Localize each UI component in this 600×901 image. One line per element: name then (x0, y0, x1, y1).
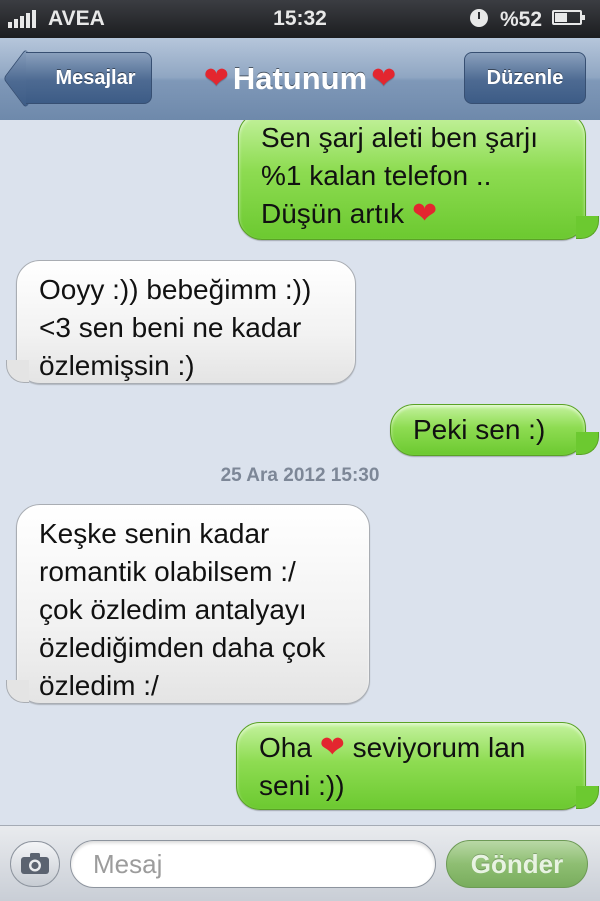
message-line: seviyorum lan (352, 732, 526, 763)
back-button-label: Mesajlar (55, 66, 136, 89)
message-line: Oha (259, 732, 312, 763)
bubble-tail (6, 680, 29, 703)
contact-name: Hatunum (232, 61, 368, 96)
red-heart-icon: ❤ (319, 731, 345, 764)
message-line: özlediğimden daha çok (39, 632, 326, 663)
battery-percentage: %52 (500, 8, 543, 31)
rotation-lock-icon (470, 9, 488, 27)
edit-button-label: Düzenle (486, 66, 564, 89)
sent-message-bubble[interactable]: Oha ❤ seviyorum lan seni :)) (236, 722, 586, 810)
camera-icon (21, 853, 49, 874)
message-line: özledim :/ (39, 670, 159, 701)
send-button[interactable]: Gönder (446, 840, 588, 888)
send-button-label: Gönder (470, 848, 564, 879)
conversation-title: ❤ Hatunum ❤ (150, 56, 450, 102)
message-input[interactable] (70, 840, 436, 888)
message-line: Ooyy :)) bebeğimm :)) (39, 274, 312, 305)
message-line: <3 sen beni ne kadar (39, 312, 302, 343)
battery-icon (552, 10, 585, 25)
conversation-view[interactable]: Sen şarj aleti ben şarjı %1 kalan telefo… (0, 120, 600, 825)
edit-button[interactable]: Düzenle (464, 52, 586, 104)
red-heart-icon: ❤ (371, 62, 397, 95)
red-heart-icon: ❤ (203, 62, 229, 95)
status-bar: AVEA 15:32 %52 (0, 0, 600, 38)
message-line: seni :)) (259, 770, 345, 801)
message-line: Peki sen :) (413, 414, 546, 445)
battery-fill (555, 13, 567, 22)
message-line: romantik olabilsem :/ (39, 556, 296, 587)
sent-message-bubble[interactable]: Peki sen :) (390, 404, 586, 456)
back-button[interactable]: Mesajlar (26, 52, 152, 104)
red-heart-icon: ❤ (411, 197, 438, 230)
bubble-tail (576, 432, 599, 455)
sent-message-bubble[interactable]: Sen şarj aleti ben şarjı %1 kalan telefo… (238, 120, 586, 240)
camera-button[interactable] (10, 841, 60, 887)
bubble-tail (576, 216, 599, 239)
message-line: Düşün artık (261, 198, 405, 229)
message-input-bar: Gönder (0, 825, 600, 901)
message-line: Keşke senin kadar (39, 518, 270, 549)
received-message-bubble[interactable]: Ooyy :)) bebeğimm :)) <3 sen beni ne kad… (16, 260, 356, 384)
timestamp: 25 Ara 2012 15:30 (220, 465, 380, 486)
navigation-bar: Mesajlar ❤ Hatunum ❤ Düzenle (0, 38, 600, 121)
message-line: çok özledim antalyayı (39, 594, 307, 625)
received-message-bubble[interactable]: Keşke senin kadar romantik olabilsem :/ … (16, 504, 370, 704)
message-line: %1 kalan telefon .. (261, 160, 492, 191)
message-line: özlemişsin :) (39, 350, 195, 381)
bubble-tail (576, 786, 599, 809)
message-line: Sen şarj aleti ben şarjı (261, 122, 539, 153)
bubble-tail (6, 360, 29, 383)
